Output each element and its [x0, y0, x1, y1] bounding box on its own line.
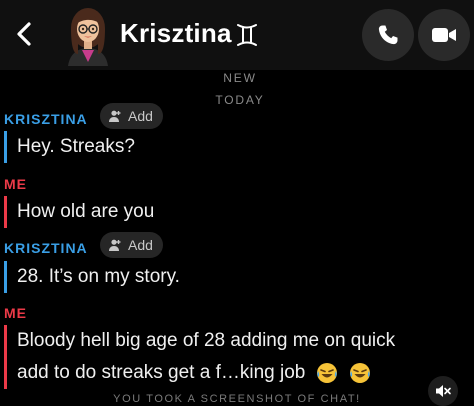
contact-name[interactable]: Krisztina — [120, 18, 232, 49]
message-text[interactable]: Bloody hell big age of 28 adding me on q… — [4, 325, 464, 389]
chat-header: Krisztina — [0, 0, 474, 70]
sender-label-me: ME — [4, 305, 27, 321]
add-friend-button[interactable]: Add — [100, 103, 163, 129]
sender-label-me: ME — [4, 176, 27, 192]
chevron-left-icon — [17, 22, 31, 46]
add-friend-icon — [109, 239, 121, 251]
phone-icon — [378, 25, 398, 45]
call-button[interactable] — [362, 9, 414, 61]
video-call-button[interactable] — [418, 9, 470, 61]
add-friend-icon — [109, 110, 121, 122]
sender-label-friend: KRISZTINA — [4, 240, 88, 256]
date-divider-new: NEW — [223, 71, 257, 85]
add-label: Add — [128, 237, 153, 253]
avatar[interactable] — [62, 4, 114, 66]
back-button[interactable] — [10, 17, 38, 51]
message-text[interactable]: Hey. Streaks? — [4, 131, 464, 163]
message-text[interactable]: How old are you — [4, 196, 464, 228]
message-text[interactable]: 28. It’s on my story. — [4, 261, 464, 293]
add-label: Add — [128, 108, 153, 124]
speaker-muted-icon — [436, 385, 451, 397]
date-divider-today: TODAY — [215, 93, 265, 107]
mute-button[interactable] — [428, 376, 458, 406]
laughing-crying-emoji-icon — [349, 362, 370, 383]
video-camera-icon — [432, 28, 456, 42]
message-line-text: add to do streaks get a f…king job — [17, 362, 306, 383]
laughing-crying-emoji-icon — [316, 362, 337, 383]
add-friend-button[interactable]: Add — [100, 232, 163, 258]
chat-screen: Krisztina NEW TODAY KRISZTINA Add Hey. S… — [0, 0, 474, 406]
message-line: add to do streaks get a f…king job — [17, 357, 464, 389]
sender-label-friend: KRISZTINA — [4, 111, 88, 127]
screenshot-notice: YOU TOOK A SCREENSHOT OF CHAT! — [113, 393, 361, 405]
message-line: Bloody hell big age of 28 adding me on q… — [17, 330, 396, 351]
gemini-icon — [232, 20, 262, 50]
